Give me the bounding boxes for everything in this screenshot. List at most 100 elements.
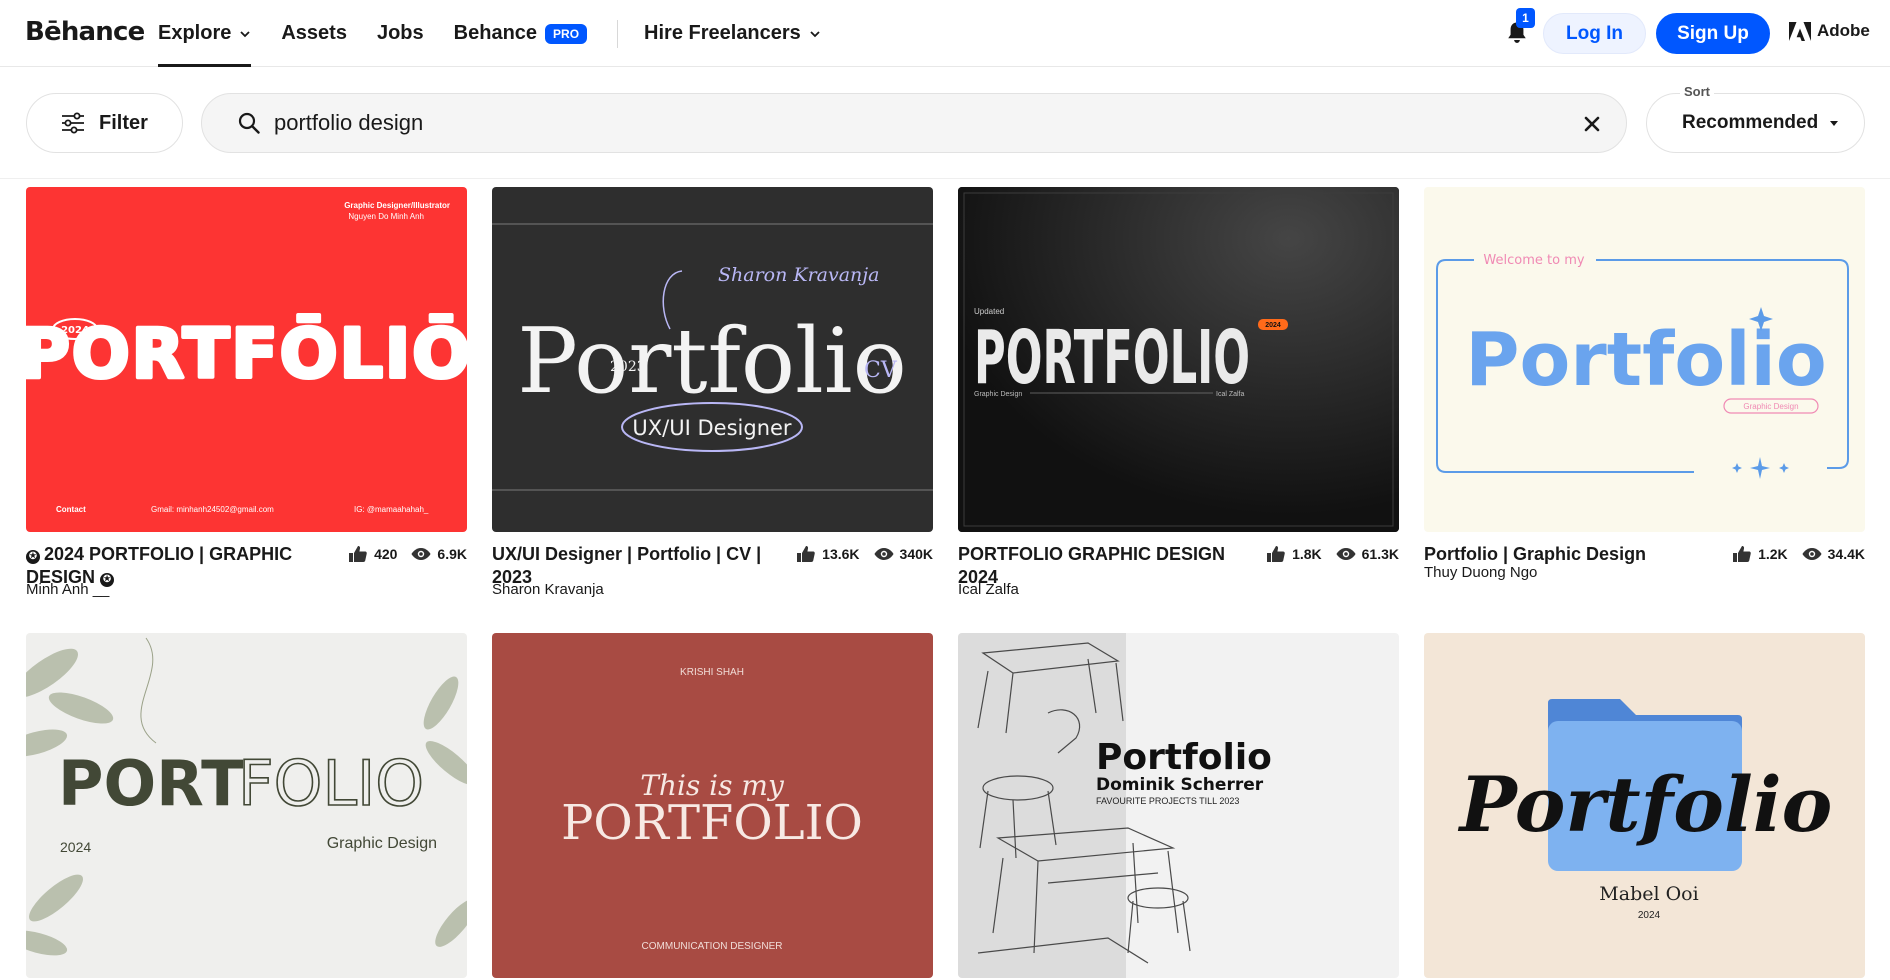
thumb-text: 2023 <box>610 359 646 375</box>
thumb-text: Gmail: minhanh24502@gmail.com <box>151 505 274 514</box>
thumbnail-artwork: KRISHI SHAH This is my PORTFOLIO COMMUNI… <box>561 667 863 952</box>
thumb-text: Portfolio <box>517 309 907 414</box>
project-stats: 1.8K 61.3K <box>1266 545 1399 563</box>
chevron-down-icon <box>240 30 250 37</box>
thumb-text: Portfolio <box>1096 737 1272 778</box>
thumbs-up-icon <box>349 546 367 562</box>
main-nav: Explore Assets Jobs Behance PRO Hire Fre… <box>158 0 851 67</box>
thumb-text: Sharon Kravanja <box>718 264 880 286</box>
thumb-text: Graphic Design <box>974 391 1022 398</box>
thumb-text: FOLIO <box>238 747 424 820</box>
project-stats: 13.6K 340K <box>796 545 933 563</box>
eye-icon <box>1802 548 1822 560</box>
thumbnail-artwork: Portfolio Mabel Ooi 2024 <box>1458 699 1833 921</box>
thumb-text: Portfolio <box>1465 317 1827 403</box>
nav-assets[interactable]: Assets <box>281 0 347 67</box>
adobe-label: Adobe <box>1817 21 1870 40</box>
views-count: 34.4K <box>1827 546 1865 562</box>
top-navigation-bar: Bēhance Explore Assets Jobs Behance PRO … <box>0 0 1890 67</box>
eye-icon <box>874 548 894 560</box>
thumbs-up-icon <box>797 546 815 562</box>
likes-count: 1.2K <box>1758 546 1788 562</box>
thumb-text: Graphic Design <box>327 835 437 852</box>
nav-explore-label: Explore <box>158 22 232 44</box>
eye-icon <box>411 548 431 560</box>
thumb-text: 2024 <box>1638 910 1661 921</box>
project-owner[interactable]: Ical Zalfa <box>958 581 1019 598</box>
thumb-text: Ical Zalfa <box>1216 391 1245 398</box>
nav-jobs[interactable]: Jobs <box>377 0 424 67</box>
likes-count: 1.8K <box>1292 546 1322 562</box>
project-thumbnail[interactable]: Sharon Kravanja Portfolio 2023 CV UX/UI … <box>492 187 933 532</box>
eye-icon <box>1336 548 1356 560</box>
project-stats: 420 6.9K <box>348 545 467 563</box>
thumb-text: PORTFOLIO <box>561 795 863 851</box>
thumbnail-artwork: Sharon Kravanja Portfolio 2023 CV UX/UI … <box>492 223 933 491</box>
thumb-text: Graphic Design <box>1743 402 1798 411</box>
nav-assets-label: Assets <box>281 22 347 44</box>
thumb-text: FAVOURITE PROJECTS TILL 2023 <box>1096 796 1239 806</box>
signup-button[interactable]: Sign Up <box>1656 13 1770 54</box>
chevron-down-icon <box>810 30 820 37</box>
search-icon <box>238 112 260 134</box>
project-owner[interactable]: Sharon Kravanja <box>492 581 604 598</box>
sort-dropdown[interactable]: Recommended <box>1646 93 1865 153</box>
thumbnail-artwork: Portfolio Dominik Scherrer FAVOURITE PRO… <box>958 633 1272 978</box>
thumb-text: CV <box>864 358 898 383</box>
thumb-text: PORT <box>58 747 243 820</box>
project-owner[interactable]: Thuy Duong Ngo <box>1424 564 1537 581</box>
project-thumbnail[interactable]: Portfolio Mabel Ooi 2024 <box>1424 633 1865 978</box>
views-count: 6.9K <box>437 546 467 562</box>
thumbs-up-icon <box>1267 546 1285 562</box>
filter-label: Filter <box>99 111 148 134</box>
search-input[interactable] <box>274 110 1524 136</box>
thumbnail-artwork: Welcome to my Portfolio Graphic Design <box>1436 253 1849 479</box>
nav-behance-label: Behance <box>453 22 538 44</box>
project-stats: 1.2K 34.4K <box>1732 545 1865 563</box>
project-thumbnail[interactable]: Welcome to my Portfolio Graphic Design <box>1424 187 1865 532</box>
nav-behance-pro[interactable]: Behance PRO <box>453 0 588 67</box>
adobe-link[interactable]: Adobe <box>1789 21 1870 41</box>
thumbnail-artwork: PORT FOLIO 2024 Graphic Design <box>26 637 467 956</box>
nav-jobs-label: Jobs <box>376 22 424 44</box>
likes-count: 13.6K <box>822 546 860 562</box>
close-icon[interactable] <box>1578 110 1606 138</box>
project-owner[interactable]: Minh Anh __ <box>26 581 109 598</box>
search-bar <box>201 93 1627 153</box>
thumbnail-artwork: Updated PORTFOLIO 2024 Graphic Design Ic… <box>958 187 1399 532</box>
project-thumbnail[interactable]: Portfolio Dominik Scherrer FAVOURITE PRO… <box>958 633 1399 978</box>
thumb-text: IG: @mamaahahah_ <box>354 505 429 514</box>
project-thumbnail[interactable]: Graphic Designer/Illustrator Nguyen Do M… <box>26 187 467 532</box>
pro-badge: PRO <box>545 23 588 44</box>
thumbs-up-icon <box>1733 546 1751 562</box>
thumb-text: COMMUNICATION DESIGNER <box>642 941 783 952</box>
login-button[interactable]: Log In <box>1543 13 1646 54</box>
thumb-text: PORTFOLIO <box>974 315 1250 401</box>
thumb-text: Dominik Scherrer <box>1096 775 1264 795</box>
adobe-icon <box>1789 21 1811 41</box>
thumb-text: PORTFŌLIŌ <box>26 315 467 394</box>
featured-icon: ✪ <box>26 550 40 564</box>
thumb-text: KRISHI SHAH <box>680 667 744 678</box>
thumbnail-artwork: Graphic Designer/Illustrator Nguyen Do M… <box>26 201 467 514</box>
thumb-text: Nguyen Do Minh Anh <box>348 212 424 221</box>
notification-count-badge: 1 <box>1516 8 1535 28</box>
caret-down-icon <box>1830 120 1839 126</box>
thumb-text: Mabel Ooi <box>1599 883 1698 905</box>
project-title[interactable]: Portfolio | Graphic Design <box>1424 543 1722 566</box>
behance-logo[interactable]: Bēhance <box>25 17 145 47</box>
sort-value: Recommended <box>1682 112 1819 133</box>
nav-explore[interactable]: Explore <box>158 0 252 67</box>
project-thumbnail[interactable]: PORT FOLIO 2024 Graphic Design <box>26 633 467 978</box>
project-thumbnail[interactable]: KRISHI SHAH This is my PORTFOLIO COMMUNI… <box>492 633 933 978</box>
filter-sliders-icon <box>62 112 84 134</box>
thumb-text: Portfolio <box>1458 760 1833 849</box>
thumb-text: Graphic Designer/Illustrator <box>344 201 450 210</box>
nav-hire-freelancers[interactable]: Hire Freelancers <box>644 0 821 67</box>
thumb-text: Contact <box>56 505 86 514</box>
nav-hire-label: Hire Freelancers <box>644 22 801 44</box>
project-thumbnail[interactable]: Updated PORTFOLIO 2024 Graphic Design Ic… <box>958 187 1399 532</box>
filter-button[interactable]: Filter <box>26 93 183 153</box>
views-count: 340K <box>899 546 933 562</box>
thumb-text: 2024 <box>1265 322 1281 329</box>
